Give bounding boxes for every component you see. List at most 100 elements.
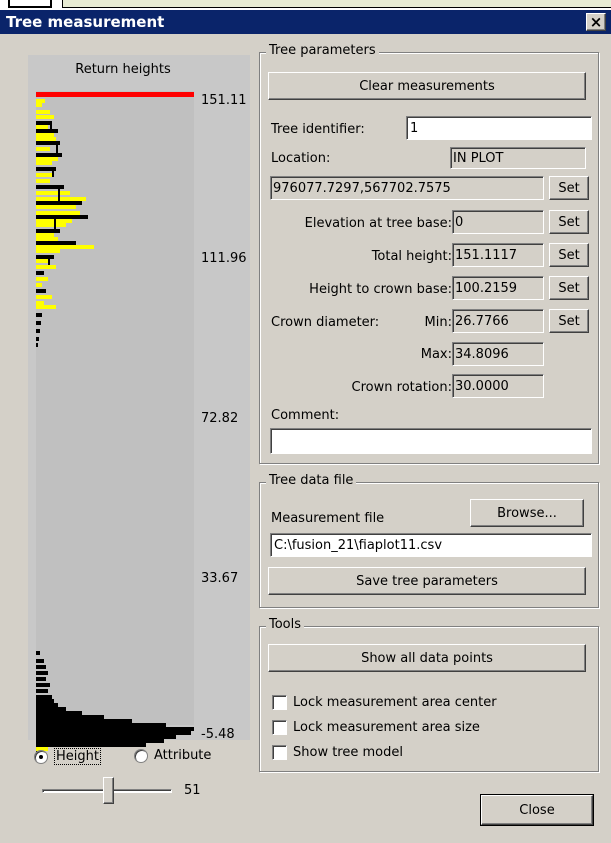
height-bar [36,249,60,253]
height-bar [36,265,56,269]
crown-rotation-field[interactable]: 30.0000 [452,374,544,398]
height-bar [36,191,70,195]
height-bar [36,329,40,333]
browse-button[interactable]: Browse... [470,499,584,527]
tree-parameters-legend: Tree parameters [266,43,379,58]
height-bar [36,277,48,281]
radio-attribute-circle[interactable] [134,748,148,763]
point-size-slider[interactable] [42,777,172,805]
comment-input[interactable] [270,428,592,454]
crown-diameter-label: Crown diameter: [271,315,380,330]
crown-min-label: Min: [424,315,452,330]
location-label: Location: [271,151,331,166]
lock-size-checkbox[interactable]: Lock measurement area size [272,720,480,735]
radio-attribute-label: Attribute [154,748,212,763]
set-elevation-button[interactable]: Set [549,210,589,234]
height-bar [36,659,44,663]
height-bar [36,271,44,275]
height-bar [36,205,76,209]
title-bar[interactable]: Tree measurement × [0,10,611,34]
location-coordinates-field[interactable]: 976077.7297,567702.7575 [270,176,544,200]
axis-label-top: 151.11 [201,93,247,108]
height-bar [36,689,48,693]
close-button[interactable]: Close [480,794,594,826]
height-tick [50,121,52,131]
show-tree-model-checkbox[interactable]: Show tree model [272,745,403,760]
height-bar [36,289,46,293]
height-bar [36,103,42,107]
height-bar [36,651,40,655]
histogram-plot[interactable] [36,91,194,755]
axis-label-4: 33.67 [201,571,239,586]
crown-base-label: Height to crown base: [309,282,452,297]
height-bar [36,110,50,114]
histogram-title: Return heights [75,62,171,77]
total-height-marker [36,92,194,97]
elevation-field[interactable]: 0 [452,210,544,234]
height-tick [48,255,50,265]
crown-base-field[interactable]: 100.2159 [452,276,544,300]
height-bar [36,665,46,669]
crown-min-field[interactable]: 26.7766 [452,309,544,333]
show-tree-model-box[interactable] [272,745,287,760]
tree-identifier-input[interactable]: 1 [406,116,592,140]
tree-identifier-label: Tree identifier: [271,122,365,137]
axis-label-3: 72.82 [201,411,239,426]
height-bar [36,179,50,183]
set-crown-diameter-button[interactable]: Set [549,309,589,333]
window-close-button[interactable]: × [586,13,606,31]
lock-center-label: Lock measurement area center [293,695,497,710]
radio-height-circle[interactable] [34,749,48,764]
set-crown-base-button[interactable]: Set [549,276,589,300]
crown-rotation-label: Crown rotation: [351,380,452,395]
lock-size-box[interactable] [272,720,287,735]
height-bar [36,321,41,325]
height-tick [58,187,60,201]
lock-size-label: Lock measurement area size [293,720,480,735]
lock-center-box[interactable] [272,695,287,710]
radio-attribute[interactable]: Attribute [134,748,211,763]
height-bar [36,283,42,287]
show-tree-model-label: Show tree model [293,745,403,760]
set-total-height-button[interactable]: Set [549,243,589,267]
height-bar [36,337,39,341]
clear-measurements-button[interactable]: Clear measurements [268,72,586,100]
measurement-file-label: Measurement file [271,511,385,526]
total-height-field[interactable]: 151.1117 [452,243,544,267]
comment-label: Comment: [271,408,340,423]
height-bar [36,295,52,299]
show-all-data-points-button[interactable]: Show all data points [268,644,586,672]
window-title: Tree measurement [6,13,165,31]
crown-max-label: Max: [420,347,452,362]
location-status-field: IN PLOT [450,147,586,169]
height-tick [56,141,58,153]
browse-button-label: Browse... [497,505,557,521]
background-app-panel [62,0,611,8]
height-bar [36,305,56,309]
radio-selected-dot [39,754,43,759]
slider-value: 51 [184,783,201,798]
height-bar [36,147,50,151]
measurement-file-input[interactable]: C:\fusion_21\fiaplot11.csv [270,533,592,557]
height-tick [54,215,56,231]
axis-label-2: 111.96 [201,251,247,266]
save-tree-parameters-button[interactable]: Save tree parameters [268,567,586,595]
axis-label-bottom: -5.48 [201,727,235,742]
total-height-label: Total height: [371,249,452,264]
elevation-label: Elevation at tree base: [304,216,452,231]
set-location-button[interactable]: Set [549,176,589,200]
height-bar [36,313,42,317]
height-tick [52,167,54,177]
height-bar [36,683,50,687]
close-icon: × [589,12,603,31]
height-bar [36,223,66,227]
height-bar [36,115,54,119]
height-bar [36,671,48,675]
height-bar [36,677,46,681]
slider-thumb[interactable] [103,777,114,804]
lock-center-checkbox[interactable]: Lock measurement area center [272,695,497,710]
height-bar [36,343,38,347]
radio-height[interactable]: Height [34,748,101,765]
height-bar [36,161,52,165]
crown-max-field[interactable]: 34.8096 [452,342,544,366]
